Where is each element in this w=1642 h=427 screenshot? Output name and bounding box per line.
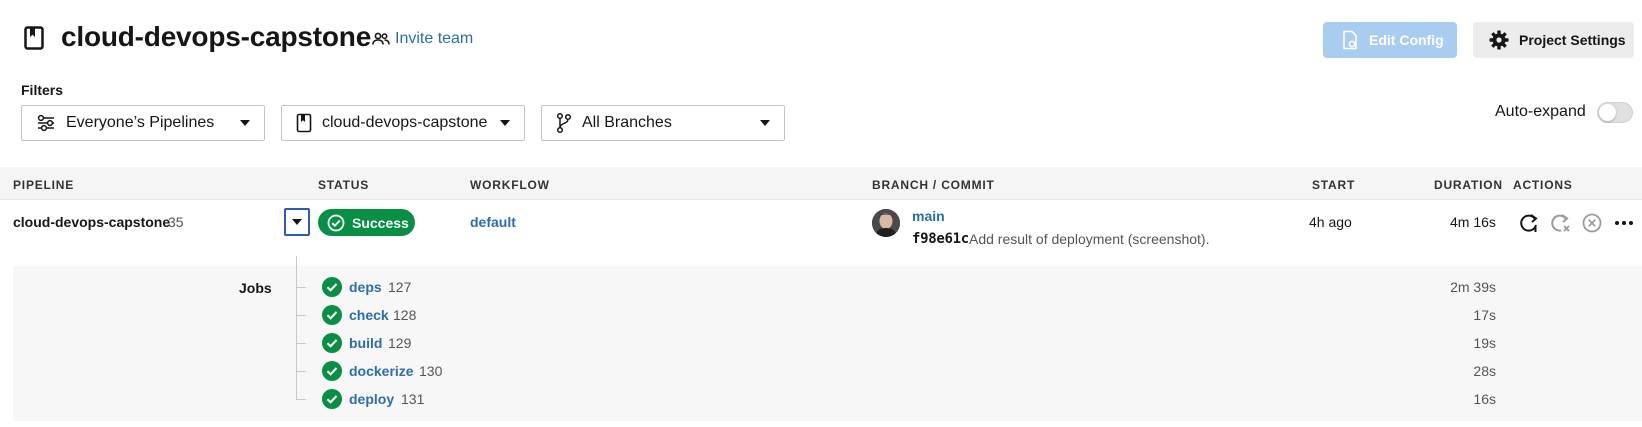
auto-expand-label: Auto-expand xyxy=(1495,103,1586,120)
tree-branch xyxy=(296,315,306,316)
more-icon xyxy=(1614,220,1634,226)
jobs-label: Jobs xyxy=(239,280,272,296)
success-check-icon xyxy=(322,361,342,381)
commit-hash: f98e61c xyxy=(912,231,969,247)
rerun-button[interactable] xyxy=(1517,211,1541,235)
cancel-icon xyxy=(1581,212,1603,234)
filter-sliders-icon xyxy=(36,114,56,132)
auto-expand-toggle[interactable] xyxy=(1597,102,1633,123)
invite-team-link[interactable]: Invite team xyxy=(372,30,473,48)
job-row: deploy 131 xyxy=(296,387,1496,411)
job-number: 128 xyxy=(393,307,417,323)
column-header-pipeline: PIPELINE xyxy=(13,178,75,192)
edit-config-button[interactable]: Edit Config xyxy=(1323,22,1457,58)
job-duration: 16s xyxy=(1473,391,1496,407)
cancel-button[interactable] xyxy=(1580,211,1604,235)
column-header-status: STATUS xyxy=(318,178,370,192)
check-circle-icon xyxy=(327,214,345,232)
edit-config-label: Edit Config xyxy=(1369,32,1444,48)
tree-branch xyxy=(296,287,306,288)
pipeline-number: 35 xyxy=(168,214,184,230)
workflow-link[interactable]: default xyxy=(470,214,516,230)
job-row: deps 127 xyxy=(296,275,1496,299)
pipelines-filter-dropdown[interactable]: Everyone’s Pipelines xyxy=(21,105,265,141)
commit-message: Add result of deployment (screenshot). xyxy=(969,231,1210,247)
pipeline-name: cloud-devops-capstone xyxy=(13,214,171,230)
rerun-failed-button[interactable] xyxy=(1548,211,1572,235)
job-link-deploy[interactable]: deploy xyxy=(349,391,394,407)
job-link-build[interactable]: build xyxy=(349,335,382,351)
rerun-icon xyxy=(1518,212,1540,234)
job-link-dockerize[interactable]: dockerize xyxy=(349,363,414,379)
project-settings-label: Project Settings xyxy=(1519,32,1626,48)
column-header-workflow: WORKFLOW xyxy=(470,178,550,192)
avatar xyxy=(872,209,900,237)
job-row: check 128 xyxy=(296,303,1496,327)
chevron-down-icon xyxy=(500,120,510,126)
project-filter-dropdown[interactable]: cloud-devops-capstone xyxy=(281,105,525,141)
success-check-icon xyxy=(322,305,342,325)
job-number: 131 xyxy=(401,391,425,407)
branches-filter-value: All Branches xyxy=(582,114,672,131)
job-number: 130 xyxy=(419,363,443,379)
job-number: 129 xyxy=(388,335,412,351)
success-check-icon xyxy=(322,389,342,409)
chevron-down-icon xyxy=(292,219,302,225)
toggle-knob xyxy=(1599,104,1616,121)
gear-icon xyxy=(1489,30,1509,50)
file-gear-icon xyxy=(1341,30,1359,50)
job-row: dockerize 130 xyxy=(296,359,1496,383)
success-check-icon xyxy=(322,277,342,297)
people-icon xyxy=(372,32,390,46)
project-icon xyxy=(24,26,44,50)
job-row: build 129 xyxy=(296,331,1496,355)
project-settings-button[interactable]: Project Settings xyxy=(1473,22,1634,58)
column-header-duration: DURATION xyxy=(1434,178,1503,192)
job-link-deps[interactable]: deps xyxy=(349,279,382,295)
job-duration: 17s xyxy=(1473,307,1496,323)
start-time: 4h ago xyxy=(1309,214,1352,230)
invite-team-label: Invite team xyxy=(395,30,474,47)
branches-filter-dropdown[interactable]: All Branches xyxy=(541,105,785,141)
success-check-icon xyxy=(322,333,342,353)
job-link-check[interactable]: check xyxy=(349,307,389,323)
pipelines-filter-value: Everyone’s Pipelines xyxy=(66,114,215,131)
chevron-down-icon xyxy=(240,120,250,126)
project-icon xyxy=(296,113,312,133)
column-header-branch-commit: BRANCH / COMMIT xyxy=(872,178,995,192)
job-duration: 19s xyxy=(1473,335,1496,351)
project-filter-value: cloud-devops-capstone xyxy=(322,114,488,131)
tree-branch xyxy=(296,343,306,344)
branch-link[interactable]: main xyxy=(912,208,945,224)
pipeline-duration: 4m 16s xyxy=(1450,214,1496,230)
rerun-failed-icon xyxy=(1549,212,1571,234)
table-header: PIPELINE STATUS WORKFLOW BRANCH / COMMIT… xyxy=(0,167,1642,200)
status-label: Success xyxy=(352,214,409,231)
job-duration: 2m 39s xyxy=(1450,279,1496,295)
expand-jobs-button[interactable] xyxy=(284,208,310,236)
chevron-down-icon xyxy=(760,120,770,126)
page-title: cloud-devops-capstone xyxy=(61,21,372,52)
status-badge: Success xyxy=(318,209,415,236)
more-actions-button[interactable] xyxy=(1612,211,1636,235)
tree-branch xyxy=(296,371,306,372)
filters-label: Filters xyxy=(21,82,64,98)
column-header-actions: ACTIONS xyxy=(1513,178,1573,192)
column-header-start: START xyxy=(1312,178,1356,192)
tree-branch xyxy=(296,399,306,400)
git-branch-icon xyxy=(556,112,572,134)
job-duration: 28s xyxy=(1473,363,1496,379)
job-number: 127 xyxy=(388,279,412,295)
